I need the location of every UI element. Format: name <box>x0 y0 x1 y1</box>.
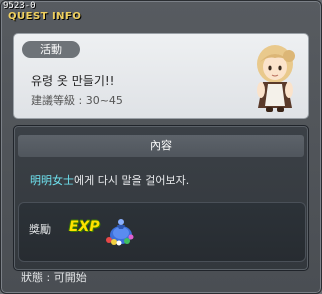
quest-content-panel: 內容 明明女士에게 다시 말을 걸어보자. 獎勵 EXP <box>13 125 309 271</box>
reward-label: 獎勵 <box>29 223 51 236</box>
npc-name-link[interactable]: 明明女士 <box>30 174 74 187</box>
content-header: 內容 <box>18 135 304 157</box>
quest-description: 明明女士에게 다시 말을 걸어보자. <box>30 172 189 188</box>
level-requirement: 建議等級 : 30~45 <box>31 94 123 107</box>
quest-category-tag: 活動 <box>22 41 80 58</box>
window-title: QUEST INFO <box>8 11 82 22</box>
npc-portrait-icon <box>257 45 295 112</box>
exp-reward-icon: EXP <box>69 219 100 235</box>
gift-bag-icon[interactable] <box>103 213 135 247</box>
quest-name: 유령 옷 만들기!! <box>31 74 115 88</box>
description-text: 에게 다시 말을 걸어보자. <box>74 174 190 187</box>
quest-status: 狀態 : 可開始 <box>21 271 87 284</box>
quest-id: 9523-0 <box>3 1 36 11</box>
reward-box: 獎勵 EXP <box>18 202 306 262</box>
quest-info-window: 9523-0 QUEST INFO 活動 유령 옷 만들기!! 建議等級 : 3… <box>0 0 322 294</box>
quest-summary-panel: 活動 유령 옷 만들기!! 建議等級 : 30~45 <box>13 33 309 119</box>
